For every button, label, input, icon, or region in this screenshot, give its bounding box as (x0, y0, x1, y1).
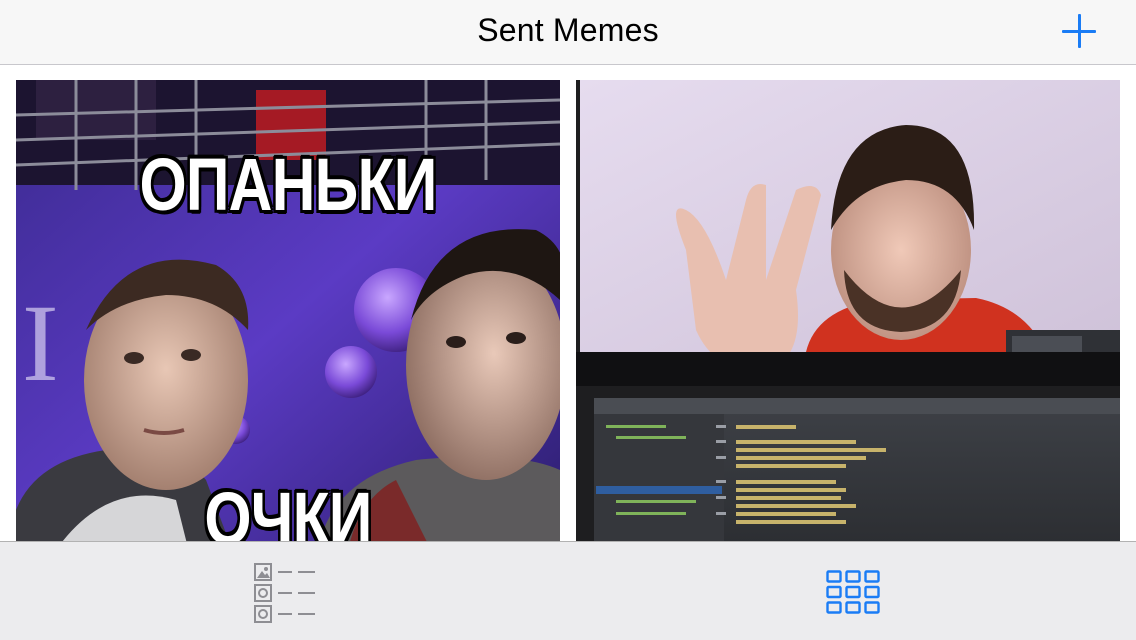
svg-text:I: I (22, 282, 59, 404)
tab-bar (0, 541, 1136, 640)
meme-bottom-text: ОЧКИ (204, 477, 372, 541)
meme-cell[interactable] (576, 80, 1120, 541)
navigation-bar: Sent Memes (0, 0, 1136, 65)
collection-grid-icon (826, 570, 880, 614)
page-title: Sent Memes (477, 12, 659, 48)
meme-cell[interactable]: I ! ОПАНЬКИ ОЧКИ (16, 80, 560, 541)
table-list-icon (254, 563, 315, 623)
meme-image (576, 80, 1120, 541)
tab-collection-view[interactable] (568, 542, 1136, 640)
add-meme-button[interactable] (1062, 14, 1096, 48)
tab-table-view[interactable] (0, 542, 568, 640)
meme-collection[interactable]: I ! ОПАНЬКИ ОЧКИ (0, 65, 1136, 541)
meme-top-text: ОПАНЬКИ (139, 143, 438, 226)
